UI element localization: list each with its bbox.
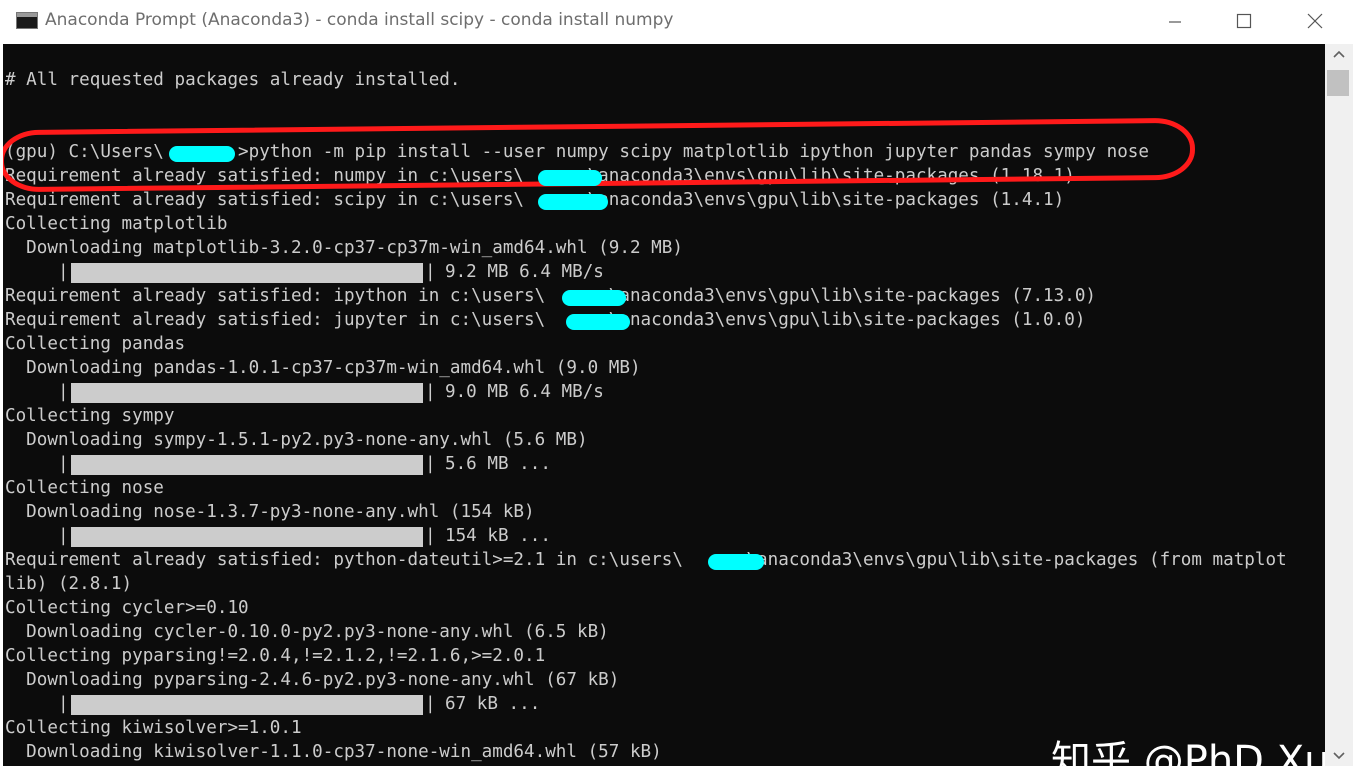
console-line: Requirement already satisfied: ipython i… [5, 286, 1097, 306]
console-icon [16, 12, 38, 29]
progress-bar-left-edge: | [5, 526, 69, 546]
console-line: Collecting sympy [5, 406, 175, 426]
console-line: Downloading matplotlib-3.2.0-cp37-cp37m-… [5, 238, 683, 258]
minimize-button[interactable] [1152, 0, 1198, 44]
progress-bar-fill [71, 527, 423, 547]
console-line: Requirement already satisfied: scipy in … [5, 190, 1065, 210]
scroll-up-arrow-icon [1333, 50, 1345, 58]
redaction-mark [566, 314, 630, 330]
download-progress-bar: | | 5.6 MB ... [5, 452, 905, 476]
window-title: Anaconda Prompt (Anaconda3) - conda inst… [45, 10, 674, 30]
progress-stats: 67 kB ... [445, 694, 541, 714]
console-line: Downloading pandas-1.0.1-cp37-cp37m-win_… [5, 358, 641, 378]
progress-bar-right-edge: | [425, 526, 436, 546]
console-window: Anaconda Prompt (Anaconda3) - conda inst… [0, 0, 1353, 766]
console-line: Collecting pandas [5, 334, 186, 354]
watermark: 知乎 @PhD Xu [1051, 738, 1325, 766]
progress-bar-right-edge: | [425, 382, 436, 402]
redaction-mark [708, 554, 764, 570]
console-line: Collecting nose [5, 478, 164, 498]
console-line: Requirement already satisfied: python-da… [5, 550, 1287, 570]
maximize-icon [1236, 13, 1252, 29]
progress-stats: 5.6 MB ... [445, 454, 551, 474]
console-line: Downloading pyparsing-2.4.6-py2.py3-none… [5, 670, 620, 690]
console-line: Downloading nose-1.3.7-py3-none-any.whl … [5, 502, 535, 522]
console-line: Collecting kiwisolver>=1.0.1 [5, 718, 302, 738]
progress-bar-left-edge: | [5, 694, 69, 714]
progress-stats: 9.2 MB 6.4 MB/s [445, 262, 604, 282]
download-progress-bar: | | 154 kB ... [5, 524, 905, 548]
download-progress-bar: | | 9.0 MB 6.4 MB/s [5, 380, 905, 404]
console-line: Downloading cycler-0.10.0-py2.py3-none-a… [5, 622, 609, 642]
console-line: Requirement already satisfied: jupyter i… [5, 310, 1086, 330]
progress-bar-fill [71, 455, 423, 475]
progress-bar-left-edge: | [5, 382, 69, 402]
maximize-button[interactable] [1221, 0, 1267, 44]
progress-bar-right-edge: | [425, 694, 436, 714]
progress-bar-fill [71, 695, 423, 715]
scroll-up-button[interactable] [1325, 44, 1353, 64]
console-line: Collecting cycler>=0.10 [5, 598, 249, 618]
console-line: Collecting matplotlib [5, 214, 228, 234]
progress-bar-left-edge: | [5, 262, 69, 282]
progress-bar-right-edge: | [425, 454, 436, 474]
download-progress-bar: | | 67 kB ... [5, 692, 905, 716]
console-line: Downloading sympy-1.5.1-py2.py3-none-any… [5, 430, 588, 450]
progress-bar-left-edge: | [5, 454, 69, 474]
progress-stats: 9.0 MB 6.4 MB/s [445, 382, 604, 402]
redaction-mark [169, 146, 235, 162]
vertical-scrollbar[interactable] [1325, 44, 1353, 766]
console-line: # All requested packages already install… [5, 70, 461, 90]
download-progress-bar: | | 9.2 MB 6.4 MB/s [5, 260, 905, 284]
close-icon [1307, 13, 1323, 29]
minimize-icon [1169, 21, 1181, 23]
scroll-down-button[interactable] [1325, 746, 1353, 766]
console-output[interactable]: # All requested packages already install… [3, 44, 1325, 766]
progress-bar-right-edge: | [425, 262, 436, 282]
progress-bar-fill [71, 263, 423, 283]
console-line: Collecting pyparsing!=2.0.4,!=2.1.2,!=2.… [5, 646, 546, 666]
close-button[interactable] [1292, 0, 1338, 44]
progress-stats: 154 kB ... [445, 526, 551, 546]
title-bar[interactable]: Anaconda Prompt (Anaconda3) - conda inst… [0, 0, 1353, 44]
progress-bar-fill [71, 383, 423, 403]
console-line: Downloading kiwisolver-1.1.0-cp37-none-w… [5, 742, 662, 762]
redaction-mark [562, 290, 626, 306]
scroll-thumb[interactable] [1327, 70, 1349, 96]
redaction-mark [538, 170, 602, 186]
console-line: lib) (2.8.1) [5, 574, 133, 594]
redaction-mark [538, 194, 608, 210]
scroll-down-arrow-icon [1333, 752, 1345, 760]
